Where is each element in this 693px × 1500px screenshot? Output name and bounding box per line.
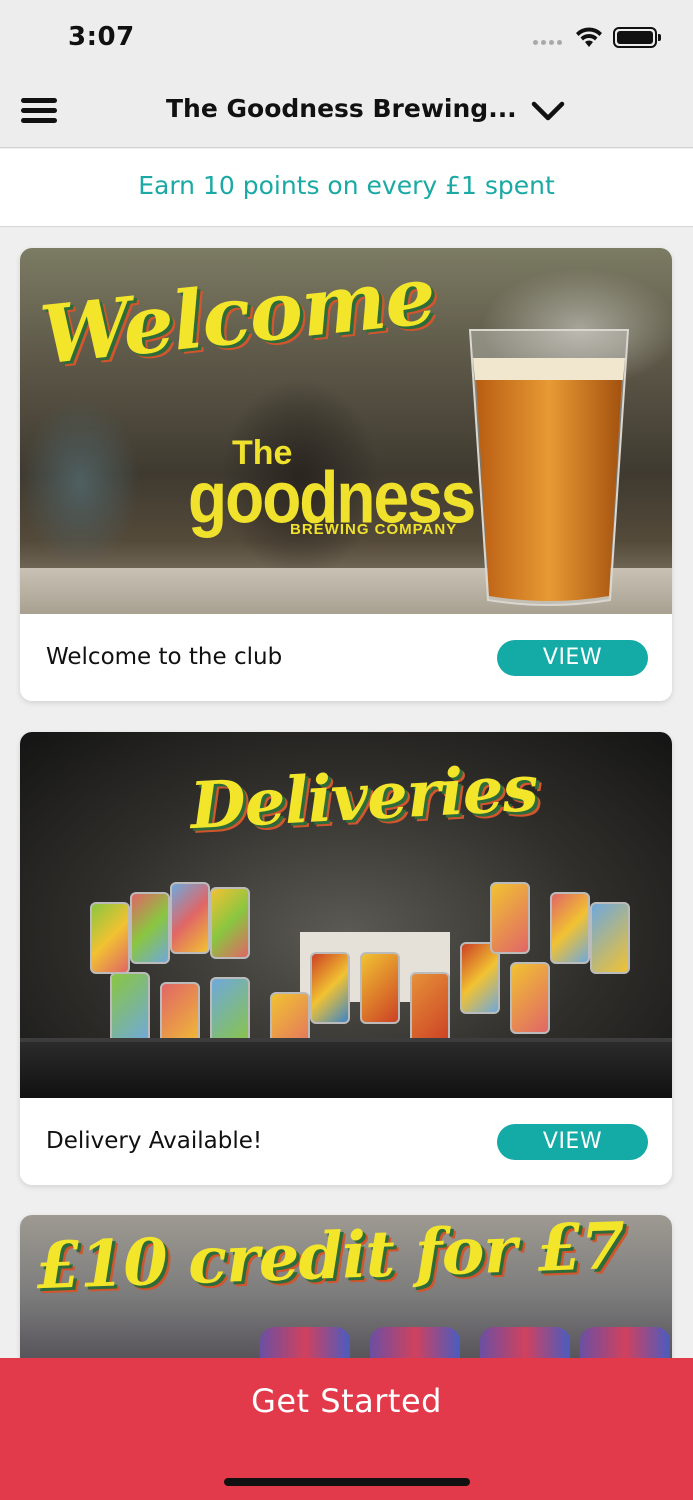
card-label: Welcome to the club	[46, 644, 283, 670]
beer-glass-image	[468, 329, 630, 606]
wifi-icon	[576, 27, 602, 47]
brand-logo-subtitle: BREWING COMPANY	[290, 521, 458, 538]
points-banner: Earn 10 points on every £1 spent	[0, 149, 693, 227]
deliveries-image-title: Deliveries	[188, 750, 540, 845]
status-time: 3:07	[68, 22, 135, 52]
offer-card-credit[interactable]: £10 credit for £7	[20, 1215, 672, 1375]
app-screen: 3:07 The Goodness Brewing... Earn 10 poi…	[0, 0, 693, 1500]
credit-image: £10 credit for £7	[20, 1215, 672, 1375]
view-button[interactable]: VIEW	[497, 1124, 648, 1160]
deliveries-image: Deliveries	[20, 732, 672, 1098]
chevron-down-icon[interactable]	[528, 96, 568, 126]
get-started-label: Get Started	[251, 1382, 442, 1420]
beer-cans-image	[70, 832, 640, 1064]
home-indicator	[224, 1478, 470, 1486]
battery-icon	[613, 27, 661, 48]
card-label: Delivery Available!	[46, 1128, 263, 1154]
status-bar: 3:07	[0, 0, 693, 76]
welcome-image-title: Welcome	[36, 248, 440, 383]
cellular-signal-icon	[533, 40, 562, 45]
welcome-image: Welcome The goodness BREWING COMPANY	[20, 248, 672, 614]
view-button[interactable]: VIEW	[497, 640, 648, 676]
nav-bar: The Goodness Brewing...	[0, 76, 693, 148]
offer-card-welcome[interactable]: Welcome The goodness BREWING COMPANY Wel…	[20, 248, 672, 701]
card-footer: Welcome to the club VIEW	[20, 614, 672, 701]
credit-image-title: £10 credit for £7	[34, 1215, 626, 1305]
offer-card-deliveries[interactable]: Deliveries Delivery Available! VIEW	[20, 732, 672, 1185]
points-banner-text: Earn 10 points on every £1 spent	[138, 171, 555, 200]
venue-title[interactable]: The Goodness Brewing...	[166, 94, 517, 123]
card-footer: Delivery Available! VIEW	[20, 1098, 672, 1185]
hamburger-menu-icon[interactable]	[21, 98, 57, 124]
